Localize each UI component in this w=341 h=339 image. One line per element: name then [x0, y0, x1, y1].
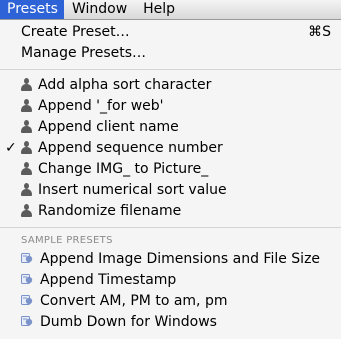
person-icon — [21, 99, 32, 112]
menu-item-sample-preset[interactable]: Convert AM, PM to am, pm — [0, 291, 341, 312]
menu-item-label: Randomize filename — [38, 203, 182, 219]
person-icon — [21, 141, 32, 154]
menu-item-label: Append sequence number — [38, 140, 223, 156]
menu-item-label: Insert numerical sort value — [38, 182, 227, 198]
presets-menu: Create Preset… ⌘S Manage Presets… Add al… — [0, 20, 341, 339]
menubar-window[interactable]: Window — [64, 0, 135, 19]
menu-item-label: Convert AM, PM to am, pm — [40, 293, 228, 309]
menu-item-user-preset[interactable]: Randomize filename — [0, 201, 341, 222]
menu-item-label: Create Preset… — [21, 24, 130, 40]
menu-item-label: Manage Presets… — [21, 45, 147, 61]
menu-item-sample-preset[interactable]: Append Timestamp — [0, 270, 341, 291]
sample-preset-icon — [21, 315, 33, 327]
screen: Presets Window Help Create Preset… ⌘S Ma… — [0, 0, 341, 339]
person-icon — [21, 78, 32, 91]
menu-item-user-preset[interactable]: Append '_for web' — [0, 96, 341, 117]
menu-separator — [0, 227, 341, 228]
menubar-help[interactable]: Help — [135, 0, 183, 19]
sample-preset-icon — [21, 252, 33, 264]
menu-item-label: Add alpha sort character — [38, 77, 212, 93]
sample-presets-header: SAMPLE PRESETS — [21, 235, 113, 246]
checkmark-icon: ✓ — [5, 140, 17, 156]
menu-item-create-preset[interactable]: Create Preset… ⌘S — [0, 22, 341, 43]
sample-preset-icon — [21, 294, 33, 306]
menu-item-label: Dumb Down for Windows — [40, 314, 217, 330]
menu-item-label: Append '_for web' — [38, 98, 164, 114]
menu-item-label: Append Timestamp — [40, 272, 177, 288]
menu-item-manage-presets[interactable]: Manage Presets… — [0, 43, 341, 64]
sample-presets-list: Append Image Dimensions and File Size App… — [0, 249, 341, 333]
menu-item-user-preset[interactable]: Insert numerical sort value — [0, 180, 341, 201]
menu-separator — [0, 69, 341, 70]
menu-item-label: Change IMG_ to Picture_ — [38, 161, 209, 177]
person-icon — [21, 162, 32, 175]
menu-item-sample-preset[interactable]: Dumb Down for Windows — [0, 312, 341, 333]
menu-item-label: Append client name — [38, 119, 179, 135]
menu-bar: Presets Window Help — [0, 0, 341, 20]
person-icon — [21, 204, 32, 217]
sample-preset-icon — [21, 273, 33, 285]
user-presets-list: Add alpha sort character Append '_for web… — [0, 75, 341, 222]
keyboard-shortcut: ⌘S — [308, 24, 331, 40]
menubar-presets[interactable]: Presets — [0, 0, 64, 19]
menu-item-user-preset[interactable]: Append client name — [0, 117, 341, 138]
menu-item-user-preset[interactable]: ✓ Append sequence number — [0, 138, 341, 159]
person-icon — [21, 120, 32, 133]
menu-item-label: Append Image Dimensions and File Size — [40, 251, 321, 267]
menu-item-sample-preset[interactable]: Append Image Dimensions and File Size — [0, 249, 341, 270]
menu-item-user-preset[interactable]: Change IMG_ to Picture_ — [0, 159, 341, 180]
person-icon — [21, 183, 32, 196]
menu-item-user-preset[interactable]: Add alpha sort character — [0, 75, 341, 96]
